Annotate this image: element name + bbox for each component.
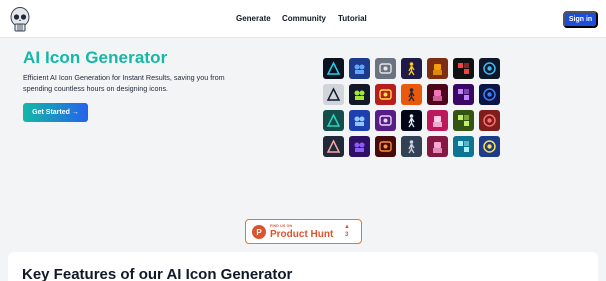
yellow-critter-icon[interactable] (479, 136, 500, 157)
gold-robot-icon[interactable] (427, 58, 448, 79)
stone-orb-icon[interactable] (401, 136, 422, 157)
blaster-icon[interactable] (323, 84, 344, 105)
blue-eye-icon[interactable] (479, 58, 500, 79)
hero-subtitle: Efficient AI Icon Generation for Instant… (23, 73, 225, 93)
teal-mask-icon[interactable] (323, 110, 344, 131)
top-navigation-bar: Generate Community Tutorial Sign in (0, 0, 606, 38)
blue-face-icon[interactable] (349, 110, 370, 131)
retro-party-icon[interactable] (375, 84, 396, 105)
alien-icon[interactable] (349, 84, 370, 105)
capsule-icon[interactable] (479, 84, 500, 105)
tiny-robot-icon[interactable] (323, 136, 344, 157)
pink-ghost-icon[interactable] (427, 84, 448, 105)
skull-logo-icon[interactable] (9, 7, 31, 33)
purple-gem-icon[interactable] (349, 136, 370, 157)
get-started-button[interactable]: Get Started → (23, 103, 88, 122)
hero-section: AI Icon Generator Efficient AI Icon Gene… (0, 38, 606, 244)
features-heading: Key Features of our AI Icon Generator (22, 266, 293, 281)
neon-pyramid-icon[interactable] (323, 58, 344, 79)
nav-link-tutorial[interactable]: Tutorial (338, 14, 367, 23)
kid-portrait-icon[interactable] (427, 110, 448, 131)
product-hunt-caption: FIND US ON (270, 224, 293, 228)
green-monster-icon[interactable] (453, 110, 474, 131)
game-console-icon[interactable] (375, 58, 396, 79)
product-hunt-logo-icon: P (252, 225, 266, 239)
robot-crowd-icon[interactable] (349, 58, 370, 79)
product-hunt-badge[interactable]: P FIND US ON Product Hunt ▲ 3 (245, 219, 362, 244)
product-hunt-name: Product Hunt (270, 229, 334, 240)
sword-icon[interactable] (401, 110, 422, 131)
key-features-section: Key Features of our AI Icon Generator (8, 252, 598, 281)
red-grid-icon[interactable] (453, 58, 474, 79)
icon-gallery-grid (323, 58, 500, 157)
running-figure-icon[interactable] (401, 58, 422, 79)
blue-blob-icon[interactable] (453, 136, 474, 157)
magenta-block-icon[interactable] (427, 136, 448, 157)
ice-fire-icon[interactable] (375, 136, 396, 157)
upvote-count: 3 (345, 232, 349, 238)
hero-title: AI Icon Generator (23, 48, 168, 67)
sunset-city-icon[interactable] (401, 84, 422, 105)
nav-link-community[interactable]: Community (282, 14, 326, 23)
purple-nx-icon[interactable] (375, 110, 396, 131)
red-tile-icon[interactable] (479, 110, 500, 131)
upvote-arrow-icon: ▲ (344, 224, 350, 230)
sign-in-button[interactable]: Sign in (563, 11, 598, 28)
nav-link-generate[interactable]: Generate (236, 14, 271, 23)
mage-icon[interactable] (453, 84, 474, 105)
